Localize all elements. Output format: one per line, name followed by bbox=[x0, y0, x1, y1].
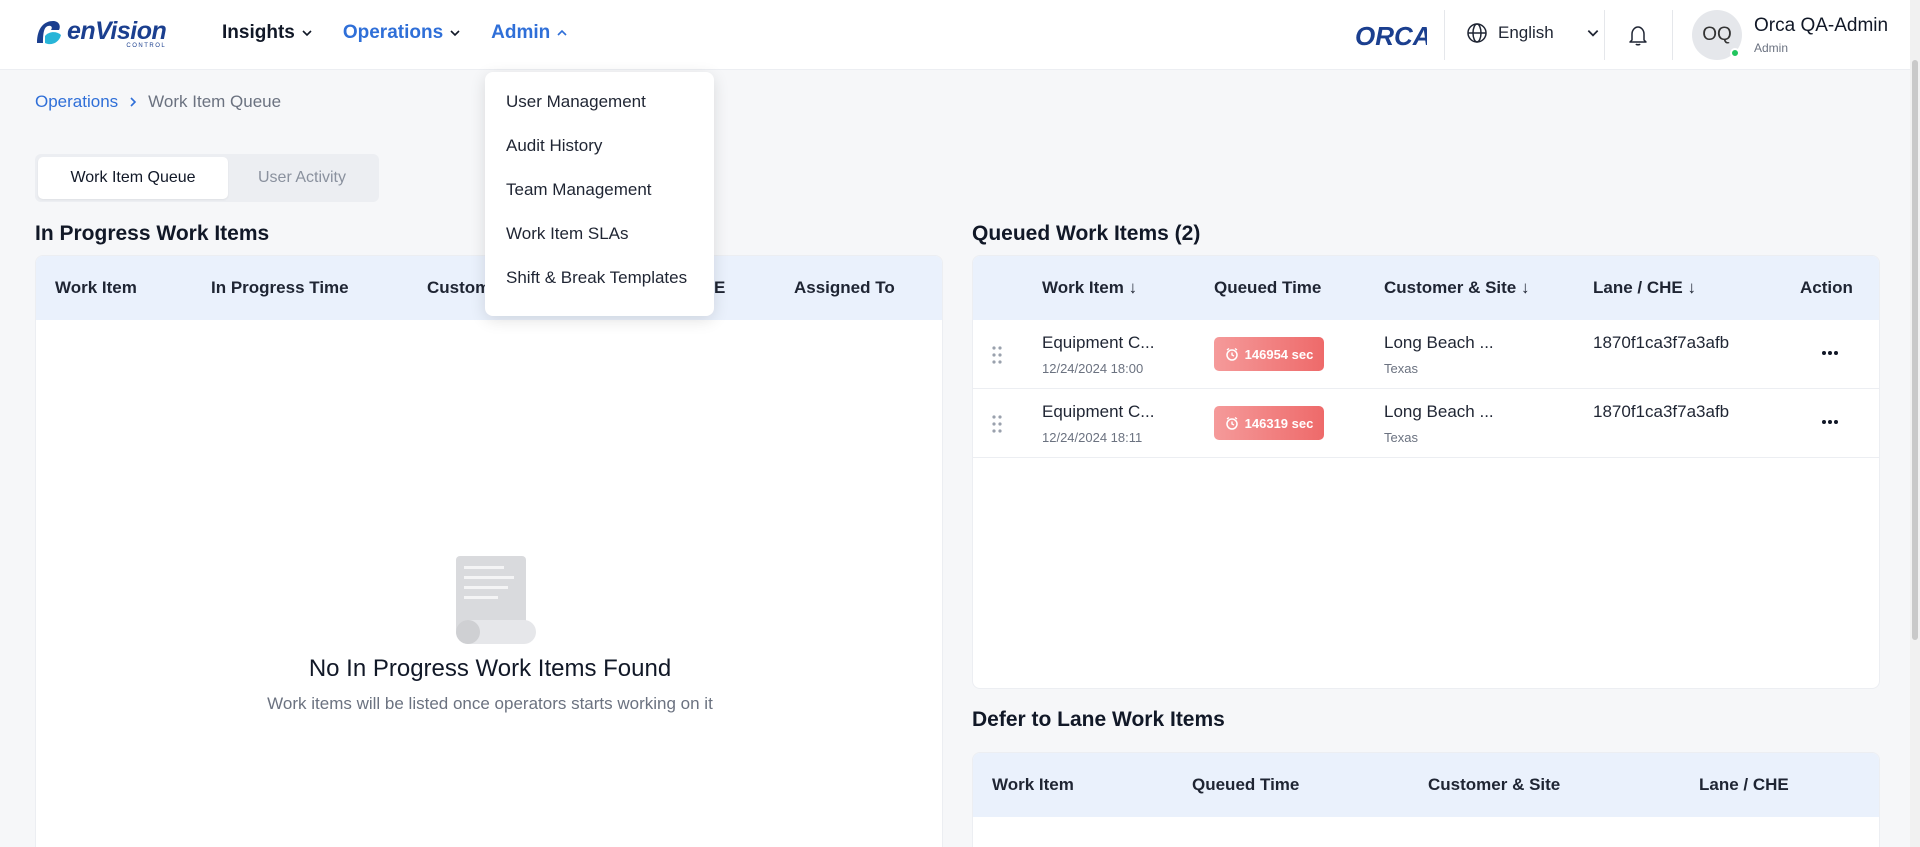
alarm-clock-icon bbox=[1225, 347, 1238, 361]
chevron-down-icon bbox=[450, 30, 460, 37]
defer-table: Work Item Queued Time Customer & Site La… bbox=[972, 752, 1880, 847]
online-status-dot bbox=[1730, 48, 1740, 58]
queued-time-value: 146319 sec bbox=[1244, 415, 1314, 431]
column-header[interactable]: Queued Time bbox=[1192, 775, 1299, 795]
tab-user-activity[interactable]: User Activity bbox=[228, 157, 376, 199]
site-name: Texas bbox=[1384, 361, 1418, 376]
empty-state-subtitle: Work items will be listed once operators… bbox=[267, 694, 713, 713]
column-header[interactable]: Work Item bbox=[55, 278, 137, 298]
menu-item-audit-history[interactable]: Audit History bbox=[485, 136, 714, 180]
drag-handle-icon[interactable] bbox=[991, 414, 1003, 434]
main-nav: Insights Operations Admin bbox=[222, 22, 598, 44]
column-header[interactable]: In Progress Time bbox=[211, 278, 349, 298]
queued-time-badge: 146954 sec bbox=[1214, 337, 1324, 371]
in-progress-table: Work Item In Progress Time Custom E Assi… bbox=[35, 255, 943, 847]
nav-operations[interactable]: Operations bbox=[343, 22, 461, 44]
brand-sub: CONTROL bbox=[126, 43, 167, 49]
menu-item-user-management[interactable]: User Management bbox=[485, 92, 714, 136]
column-header[interactable]: Customer & Site bbox=[1428, 775, 1560, 795]
table-row[interactable]: Equipment C... 12/24/2024 18:00 146954 s… bbox=[973, 320, 1879, 389]
envision-logo[interactable]: enVision CONTROL bbox=[33, 17, 167, 49]
column-header[interactable]: Queued Time bbox=[1214, 278, 1321, 298]
customer-name: Long Beach ... bbox=[1384, 402, 1494, 421]
empty-document-icon bbox=[456, 556, 536, 644]
queued-time-badge: 146319 sec bbox=[1214, 406, 1324, 440]
chevron-down-icon bbox=[302, 30, 312, 37]
nav-insights[interactable]: Insights bbox=[222, 22, 313, 44]
tab-work-item-queue[interactable]: Work Item Queue bbox=[38, 157, 228, 199]
avatar-initials: OQ bbox=[1702, 24, 1732, 45]
brand-name: enVision bbox=[67, 17, 167, 45]
user-name: Orca QA-Admin bbox=[1754, 15, 1889, 36]
page-scrollbar[interactable] bbox=[1910, 0, 1920, 847]
more-actions-icon[interactable] bbox=[1820, 416, 1840, 428]
queued-time-value: 146954 sec bbox=[1244, 346, 1314, 362]
avatar[interactable]: OQ bbox=[1692, 10, 1742, 60]
orca-logo: ORCA bbox=[1355, 21, 1427, 50]
scrollbar-thumb[interactable] bbox=[1912, 60, 1918, 640]
table-header: Work Item ↓ Queued Time Customer & Site … bbox=[973, 256, 1879, 320]
work-item-date: 12/24/2024 18:00 bbox=[1042, 361, 1144, 376]
column-header[interactable]: Work Item bbox=[992, 775, 1074, 795]
divider bbox=[1444, 10, 1445, 60]
work-item-name: Equipment C... bbox=[1042, 402, 1155, 421]
column-header[interactable]: Lane / CHE ↓ bbox=[1593, 278, 1696, 298]
globe-icon bbox=[1467, 23, 1487, 43]
language-label: English bbox=[1498, 23, 1554, 42]
top-navbar: enVision CONTROL Insights Operations Adm… bbox=[0, 0, 1920, 70]
column-header[interactable]: Lane / CHE bbox=[1699, 775, 1789, 795]
column-header[interactable]: Customer & Site ↓ bbox=[1384, 278, 1529, 298]
lane-che: 1870f1ca3f7a3afb bbox=[1593, 402, 1730, 421]
alarm-clock-icon bbox=[1225, 416, 1238, 430]
bell-icon[interactable] bbox=[1626, 23, 1650, 47]
drag-handle-icon[interactable] bbox=[991, 345, 1003, 365]
work-item-date: 12/24/2024 18:11 bbox=[1042, 430, 1143, 445]
column-header: Action bbox=[1800, 278, 1853, 297]
chevron-right-icon bbox=[130, 97, 137, 107]
menu-item-shift-break-templates[interactable]: Shift & Break Templates bbox=[485, 268, 714, 312]
nav-admin-label: Admin bbox=[491, 22, 551, 43]
menu-item-team-management[interactable]: Team Management bbox=[485, 180, 714, 224]
empty-state-title: No In Progress Work Items Found bbox=[308, 655, 672, 682]
column-header[interactable]: Custom bbox=[427, 278, 490, 298]
view-tabs: Work Item Queue User Activity bbox=[35, 154, 379, 202]
user-info[interactable]: Orca QA-Admin Admin bbox=[1754, 15, 1888, 55]
nav-operations-label: Operations bbox=[342, 22, 444, 43]
queued-title: Queued Work Items (2) bbox=[972, 222, 1201, 245]
table-row[interactable]: Equipment C... 12/24/2024 18:11 146319 s… bbox=[973, 389, 1879, 458]
customer-name: Long Beach ... bbox=[1384, 333, 1494, 352]
column-header[interactable]: Assigned To bbox=[794, 278, 895, 298]
work-item-name: Equipment C... bbox=[1042, 333, 1155, 352]
nav-insights-label: Insights bbox=[222, 22, 295, 43]
breadcrumb-current: Work Item Queue bbox=[148, 92, 282, 111]
language-selector[interactable]: English bbox=[1466, 22, 1600, 44]
more-actions-icon[interactable] bbox=[1820, 347, 1840, 359]
site-name: Texas bbox=[1384, 430, 1418, 445]
orca-logo-text: ORCA bbox=[1355, 21, 1427, 50]
breadcrumb: Operations Work Item Queue bbox=[35, 92, 281, 112]
divider bbox=[1672, 10, 1673, 60]
admin-dropdown-menu: User Management Audit History Team Manag… bbox=[485, 72, 714, 316]
breadcrumb-operations[interactable]: Operations bbox=[35, 92, 118, 112]
table-header: Work Item Queued Time Customer & Site La… bbox=[973, 753, 1879, 817]
nav-admin[interactable]: Admin bbox=[491, 22, 568, 44]
envision-logo-mark-icon bbox=[37, 21, 61, 45]
menu-item-work-item-slas[interactable]: Work Item SLAs bbox=[485, 224, 714, 268]
chevron-down-icon bbox=[1587, 30, 1599, 37]
column-header[interactable]: E bbox=[714, 278, 725, 298]
queued-table: Work Item ↓ Queued Time Customer & Site … bbox=[972, 255, 1880, 689]
column-header[interactable]: Work Item ↓ bbox=[1042, 278, 1137, 298]
defer-title: Defer to Lane Work Items bbox=[972, 708, 1225, 731]
user-role: Admin bbox=[1754, 41, 1789, 55]
divider bbox=[1604, 10, 1605, 60]
in-progress-title: In Progress Work Items bbox=[35, 222, 270, 245]
lane-che: 1870f1ca3f7a3afb bbox=[1593, 333, 1730, 352]
chevron-up-icon bbox=[557, 29, 567, 36]
